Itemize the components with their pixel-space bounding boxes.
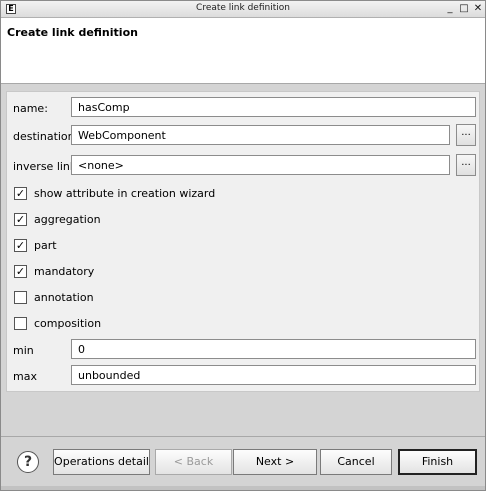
- min-label: min: [13, 344, 34, 357]
- button-bar-separator: [1, 436, 485, 437]
- checkbox-label: mandatory: [34, 265, 95, 278]
- checkbox-box[interactable]: ✓: [14, 265, 27, 278]
- title-bar[interactable]: E Create link definition _ □ ✕: [1, 1, 485, 18]
- destination-field[interactable]: WebComponent: [71, 125, 450, 145]
- minimize-button[interactable]: _: [444, 3, 456, 15]
- inverse-link-browse-button[interactable]: ...: [456, 154, 476, 176]
- checkbox-box[interactable]: ✓: [14, 213, 27, 226]
- back-button[interactable]: < Back: [155, 449, 232, 475]
- inverse-link-field[interactable]: <none>: [71, 155, 450, 175]
- checkbox-box[interactable]: [14, 291, 27, 304]
- window-title: Create link definition: [196, 3, 290, 13]
- checkbox-label: annotation: [34, 291, 94, 304]
- operations-detail-button[interactable]: Operations detail: [53, 449, 150, 475]
- page-title: Create link definition: [7, 26, 138, 39]
- close-button[interactable]: ✕: [472, 3, 484, 15]
- checkbox-label: composition: [34, 317, 102, 330]
- destination-browse-button[interactable]: ...: [456, 124, 476, 146]
- max-label: max: [13, 370, 37, 383]
- bottom-edge: [1, 486, 485, 490]
- finish-button[interactable]: Finish: [398, 449, 477, 475]
- checkbox-box[interactable]: ✓: [14, 239, 27, 252]
- dialog-window: E Create link definition _ □ ✕ Create li…: [0, 0, 486, 491]
- inverse-link-label: inverse link: [13, 160, 77, 173]
- name-field[interactable]: hasComp: [71, 97, 476, 117]
- help-icon[interactable]: ?: [17, 451, 39, 473]
- checkbox-label: aggregation: [34, 213, 101, 226]
- name-label: name:: [13, 102, 48, 115]
- max-field[interactable]: unbounded: [71, 365, 476, 385]
- maximize-button[interactable]: □: [458, 3, 470, 15]
- next-button[interactable]: Next >: [233, 449, 317, 475]
- cancel-button[interactable]: Cancel: [320, 449, 392, 475]
- checkbox-box[interactable]: [14, 317, 27, 330]
- wizard-header: Create link definition: [1, 18, 485, 84]
- checkbox-label: part: [34, 239, 57, 252]
- checkbox-box[interactable]: ✓: [14, 187, 27, 200]
- min-field[interactable]: 0: [71, 339, 476, 359]
- destination-label: destination: [13, 130, 75, 143]
- checkbox-label: show attribute in creation wizard: [34, 187, 216, 200]
- link-definition-form: name: hasComp destination WebComponent .…: [6, 91, 480, 392]
